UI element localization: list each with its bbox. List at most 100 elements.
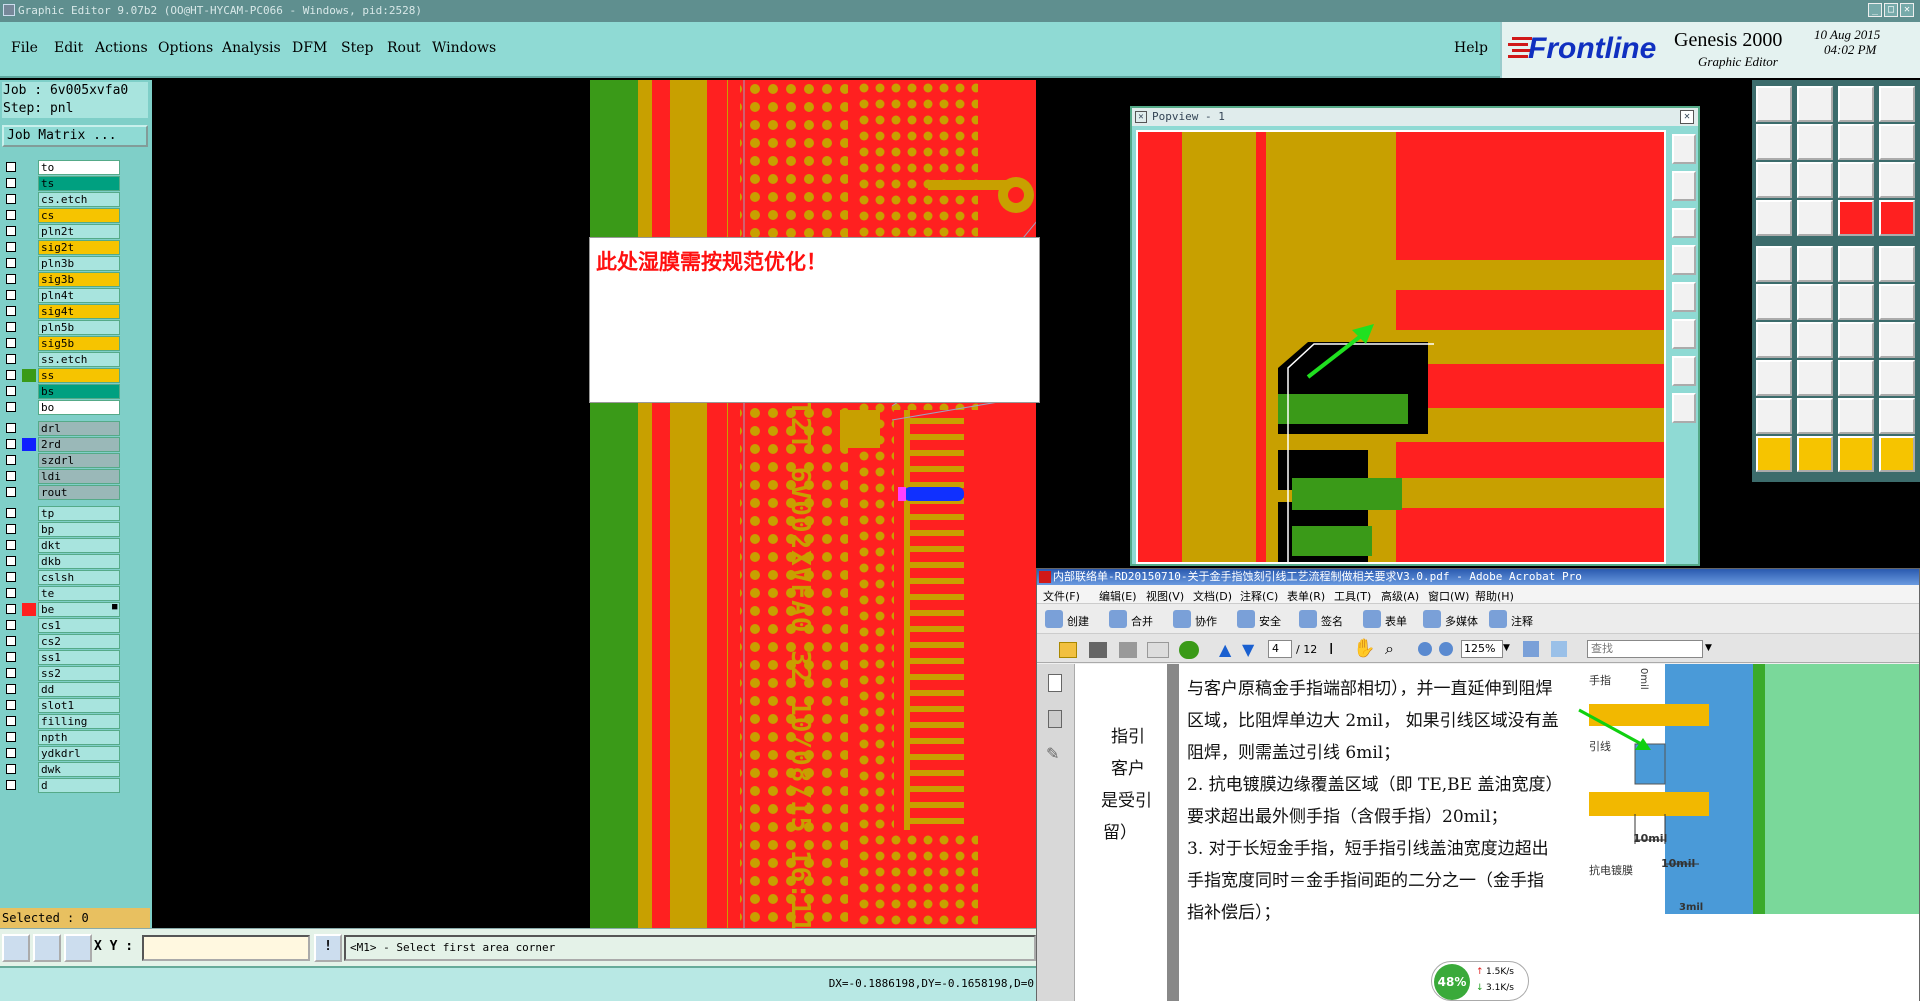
graphic-canvas[interactable]: 21T2T 6V002XVFA0 32 10/08/15 16:11 <box>152 80 1036 928</box>
tool-icon[interactable] <box>1797 284 1833 320</box>
layer-row[interactable]: pln4t <box>2 288 120 303</box>
popview-tool-icon[interactable] <box>1672 393 1696 423</box>
tool-icon[interactable] <box>1879 162 1915 198</box>
task-tool-label[interactable]: 创建 <box>1067 613 1089 629</box>
task-tool-icon[interactable] <box>1045 610 1063 628</box>
layer-row[interactable]: be ■ <box>2 602 120 617</box>
layer-checkbox[interactable] <box>6 354 16 364</box>
minimize-button[interactable]: _ <box>1868 3 1882 17</box>
tool-icon[interactable] <box>1879 200 1915 236</box>
layer-checkbox[interactable] <box>6 306 16 316</box>
tool-icon[interactable] <box>1879 124 1915 160</box>
task-tool-label[interactable]: 安全 <box>1259 613 1281 629</box>
task-tool-label[interactable]: 协作 <box>1195 613 1217 629</box>
layer-checkbox[interactable] <box>6 274 16 284</box>
network-speed-widget[interactable]: 48% ↑ 1.5K/s ↓ 3.1K/s <box>1431 961 1529 1001</box>
tool-icon[interactable] <box>1756 124 1792 160</box>
acrobat-menu-item[interactable]: 文档(D) <box>1193 588 1232 604</box>
tool-icon[interactable] <box>1838 360 1874 396</box>
menu-windows[interactable]: Windows <box>432 40 496 56</box>
layer-checkbox[interactable] <box>6 508 16 518</box>
zoom-tool-icon[interactable]: ⌕ <box>1385 639 1394 659</box>
menu-actions[interactable]: Actions <box>95 40 148 56</box>
layer-checkbox[interactable] <box>6 684 16 694</box>
task-tool-icon[interactable] <box>1299 610 1317 628</box>
tool-icon[interactable] <box>1838 436 1874 472</box>
maximize-button[interactable]: □ <box>1884 3 1898 17</box>
layer-checkbox[interactable] <box>6 540 16 550</box>
popview-tool-icon[interactable] <box>1672 319 1696 349</box>
menu-help[interactable]: Help <box>1454 40 1488 56</box>
layer-checkbox[interactable] <box>6 178 16 188</box>
measure-icon[interactable] <box>33 934 61 962</box>
layer-row[interactable]: pln5b <box>2 320 120 335</box>
layer-checkbox[interactable] <box>6 386 16 396</box>
layer-row[interactable]: cs2 <box>2 634 120 649</box>
tool-icon[interactable] <box>1797 398 1833 434</box>
popview-close-icon[interactable]: ✕ <box>1680 110 1694 124</box>
tool-icon[interactable] <box>1838 162 1874 198</box>
area-select-icon[interactable] <box>2 934 30 962</box>
layer-row[interactable]: pln3b <box>2 256 120 271</box>
hand-tool-icon[interactable]: ✋ <box>1353 638 1375 659</box>
layer-checkbox[interactable] <box>6 524 16 534</box>
layer-checkbox[interactable] <box>6 423 16 433</box>
job-matrix-button[interactable]: Job Matrix ... <box>2 125 148 147</box>
menu-rout[interactable]: Rout <box>387 40 421 56</box>
popview-menu-icon[interactable]: ✕ <box>1135 111 1147 123</box>
acrobat-menu-item[interactable]: 窗口(W) <box>1428 588 1469 604</box>
layer-row[interactable]: sig5b <box>2 336 120 351</box>
tool-icon[interactable] <box>1797 200 1833 236</box>
zoom-input[interactable]: 125% <box>1461 640 1503 658</box>
layer-checkbox[interactable] <box>6 700 16 710</box>
layer-row[interactable]: ydkdrl <box>2 746 120 761</box>
fit-page-icon[interactable] <box>1523 641 1539 657</box>
tool-icon[interactable] <box>1879 246 1915 282</box>
save-icon[interactable] <box>1119 642 1137 658</box>
open-icon[interactable] <box>1059 642 1077 658</box>
layer-checkbox[interactable] <box>6 780 16 790</box>
layer-row[interactable]: ss.etch <box>2 352 120 367</box>
popview-tool-icon[interactable] <box>1672 134 1696 164</box>
tool-icon[interactable] <box>1838 86 1874 122</box>
menu-dfm[interactable]: DFM <box>292 40 327 56</box>
tool-icon[interactable] <box>1879 436 1915 472</box>
layer-row[interactable]: ldi <box>2 469 120 484</box>
acrobat-menu-item[interactable]: 帮助(H) <box>1475 588 1514 604</box>
task-tool-label[interactable]: 签名 <box>1321 613 1343 629</box>
layer-row[interactable]: 2rd <box>2 437 120 452</box>
zoom-dropdown-icon[interactable]: ▼ <box>1503 643 1510 653</box>
tool-icon[interactable] <box>1797 360 1833 396</box>
layer-checkbox[interactable] <box>6 748 16 758</box>
layer-row[interactable]: cs <box>2 208 120 223</box>
share-icon[interactable] <box>1179 641 1199 659</box>
task-tool-icon[interactable] <box>1489 610 1507 628</box>
layer-row[interactable]: szdrl <box>2 453 120 468</box>
tool-icon[interactable] <box>1797 436 1833 472</box>
layer-checkbox[interactable] <box>6 226 16 236</box>
layer-checkbox[interactable] <box>6 764 16 774</box>
document-viewport[interactable]: 指引 客户 是受引 留） 与客户原稿金手指端部相切），并一直延伸到阻焊 区域，比阻焊单边… <box>1075 664 1919 1001</box>
tool-icon[interactable] <box>1756 162 1792 198</box>
task-tool-icon[interactable] <box>1423 610 1441 628</box>
search-input[interactable]: 查找 <box>1587 640 1703 658</box>
popview-canvas[interactable] <box>1136 130 1666 564</box>
layer-row[interactable]: sig3b <box>2 272 120 287</box>
layer-row[interactable]: cslsh <box>2 570 120 585</box>
layer-row[interactable]: dwk <box>2 762 120 777</box>
layer-checkbox[interactable] <box>6 194 16 204</box>
page-number-input[interactable]: 4 <box>1268 640 1292 658</box>
acrobat-menu-item[interactable]: 编辑(E) <box>1099 588 1137 604</box>
layer-checkbox[interactable] <box>6 716 16 726</box>
layer-row[interactable]: filling <box>2 714 120 729</box>
acrobat-menu-item[interactable]: 工具(T) <box>1334 588 1371 604</box>
tool-icon[interactable] <box>1756 398 1792 434</box>
layer-checkbox[interactable] <box>6 652 16 662</box>
layer-row[interactable]: ss2 <box>2 666 120 681</box>
layer-row[interactable]: ts <box>2 176 120 191</box>
layer-row[interactable]: sig2t <box>2 240 120 255</box>
layer-checkbox[interactable] <box>6 732 16 742</box>
grid-icon[interactable] <box>64 934 92 962</box>
select-text-icon[interactable]: I <box>1329 640 1333 658</box>
layer-checkbox[interactable] <box>6 402 16 412</box>
